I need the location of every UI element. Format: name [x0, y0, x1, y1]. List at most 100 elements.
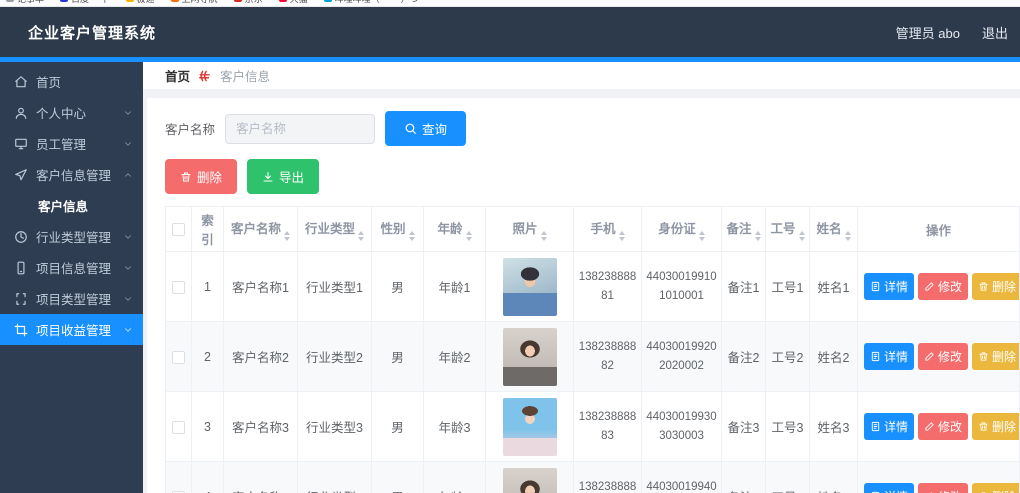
sidebar-item-home[interactable]: 首页 [0, 66, 143, 97]
column-header-industry-type[interactable]: 行业类型 [298, 207, 372, 252]
cell-id-card: 440300199202020002 [642, 322, 722, 392]
customer-row: 2客户名称2行业类型2男年龄21382388888244030019920202… [166, 322, 1020, 392]
column-header-photo[interactable]: 照片 [486, 207, 574, 252]
breadcrumb-separator-icon [198, 70, 212, 82]
sort-carets-icon[interactable] [358, 231, 364, 241]
bookmark-label: 京东 [245, 0, 263, 5]
cell-industry-type: 行业类型4 [298, 462, 372, 493]
column-header-customer-name[interactable]: 客户名称 [224, 207, 298, 252]
detail-button-label: 详情 [884, 418, 908, 435]
cell-id-card: 440300199101010001 [642, 252, 722, 322]
sidebar-item-label: 行业类型管理 [36, 227, 111, 246]
row-delete-button-label: 删除 [992, 418, 1016, 435]
bookmark-item[interactable]: 哔哩哔哩（゜-゜）つ [324, 0, 419, 5]
sidebar-item-project-income-mgmt[interactable]: 项目收益管理 [0, 314, 143, 345]
column-header-job-no[interactable]: 工号 [766, 207, 810, 252]
cell-industry-type: 行业类型2 [298, 322, 372, 392]
edit-button[interactable]: 修改 [918, 343, 968, 370]
cell-id-card: 440300199404040004 [642, 462, 722, 493]
row-delete-button[interactable]: 删除 [972, 343, 1019, 370]
customer-photo [503, 328, 557, 386]
cell-customer-name: 客户名称4 [224, 462, 298, 493]
export-button[interactable]: 导出 [247, 159, 319, 194]
customer-row: 1客户名称1行业类型1男年龄11382388888144030019910101… [166, 252, 1020, 322]
bookmark-item[interactable]: 极速 [126, 0, 155, 5]
bookmark-item[interactable]: 京东 [234, 0, 263, 5]
bookmark-item[interactable]: 记事本 [6, 0, 44, 5]
cell-phone: 13823888883 [574, 392, 642, 462]
customer-name-input[interactable] [225, 114, 375, 144]
clock-icon [14, 230, 28, 244]
monitor-icon [14, 137, 28, 151]
column-header-label: 客户名称 [231, 222, 281, 236]
cell-phone: 13823888882 [574, 322, 642, 392]
search-button-label: 查询 [422, 119, 447, 138]
chevron-down-icon [123, 232, 133, 242]
edit-button[interactable]: 修改 [918, 483, 968, 493]
column-header-age[interactable]: 年龄 [424, 207, 486, 252]
column-header-id-card[interactable]: 身份证 [642, 207, 722, 252]
sidebar-item-profile[interactable]: 个人中心 [0, 97, 143, 128]
logout-link[interactable]: 退出 [982, 23, 1008, 42]
edit-button[interactable]: 修改 [918, 413, 968, 440]
column-header-gender[interactable]: 性别 [372, 207, 424, 252]
edit-button-label: 修改 [938, 418, 962, 435]
breadcrumb-home[interactable]: 首页 [165, 66, 190, 85]
sort-carets-icon[interactable] [541, 231, 547, 241]
bookmark-label: 极速 [137, 0, 155, 5]
column-header-label: 年龄 [437, 222, 462, 236]
sidebar-subitem-customer-info[interactable]: 客户信息 [0, 190, 143, 221]
main-area: 首页个人中心员工管理客户信息管理客户信息行业类型管理项目信息管理项目类型管理项目… [0, 62, 1020, 493]
sidebar-item-project-type-mgmt[interactable]: 项目类型管理 [0, 283, 143, 314]
select-all-checkbox[interactable] [172, 223, 185, 236]
column-header-remark[interactable]: 备注 [722, 207, 766, 252]
sort-carets-icon[interactable] [466, 231, 472, 241]
cell-industry-type: 行业类型1 [298, 252, 372, 322]
detail-button[interactable]: 详情 [864, 273, 914, 300]
cell-job-no: 工号2 [766, 322, 810, 392]
bookmark-favicon [279, 0, 287, 2]
sidebar-item-customer-info-mgmt[interactable]: 客户信息管理 [0, 159, 143, 190]
table-header-row: 索引客户名称行业类型性别年龄照片手机身份证备注工号姓名操作 [166, 207, 1020, 252]
bookmark-item[interactable]: 天猫 [279, 0, 308, 5]
bookmark-favicon [126, 0, 134, 2]
sidebar-item-industry-type-mgmt[interactable]: 行业类型管理 [0, 221, 143, 252]
cell-job-no: 工号3 [766, 392, 810, 462]
row-delete-button[interactable]: 删除 [972, 273, 1019, 300]
search-button[interactable]: 查询 [385, 111, 466, 146]
sidebar-item-label: 项目信息管理 [36, 258, 111, 277]
trash-icon [978, 421, 989, 432]
sort-carets-icon[interactable] [619, 231, 625, 241]
phone-icon [14, 261, 28, 275]
cell-index: 4 [192, 462, 224, 493]
row-checkbox[interactable] [172, 281, 185, 294]
detail-button[interactable]: 详情 [864, 413, 914, 440]
row-checkbox[interactable] [172, 421, 185, 434]
trash-icon [978, 281, 989, 292]
home-icon [14, 75, 28, 89]
detail-button[interactable]: 详情 [864, 343, 914, 370]
sort-carets-icon[interactable] [284, 231, 290, 241]
current-user[interactable]: 管理员 abo [896, 23, 960, 42]
sort-carets-icon[interactable] [409, 231, 415, 241]
sidebar-item-label: 客户信息管理 [36, 165, 111, 184]
row-delete-button[interactable]: 删除 [972, 413, 1019, 440]
row-delete-button[interactable]: 删除 [972, 483, 1019, 493]
column-header-name[interactable]: 姓名 [810, 207, 858, 252]
edit-button-label: 修改 [938, 488, 962, 493]
sort-carets-icon[interactable] [699, 231, 705, 241]
bookmark-item[interactable]: 百度 一下 [60, 0, 110, 5]
sidebar-item-project-info-mgmt[interactable]: 项目信息管理 [0, 252, 143, 283]
detail-button[interactable]: 详情 [864, 483, 914, 493]
sort-carets-icon[interactable] [755, 231, 761, 241]
bookmark-item[interactable]: 上网导航 [171, 0, 218, 5]
edit-button[interactable]: 修改 [918, 273, 968, 300]
delete-button[interactable]: 删除 [165, 159, 237, 194]
sort-carets-icon[interactable] [799, 231, 805, 241]
row-checkbox[interactable] [172, 351, 185, 364]
sidebar-item-staff-mgmt[interactable]: 员工管理 [0, 128, 143, 159]
detail-button-label: 详情 [884, 278, 908, 295]
column-header-phone[interactable]: 手机 [574, 207, 642, 252]
sort-carets-icon[interactable] [845, 231, 851, 241]
bookmark-label: 哔哩哔哩（゜-゜）つ [335, 0, 419, 5]
